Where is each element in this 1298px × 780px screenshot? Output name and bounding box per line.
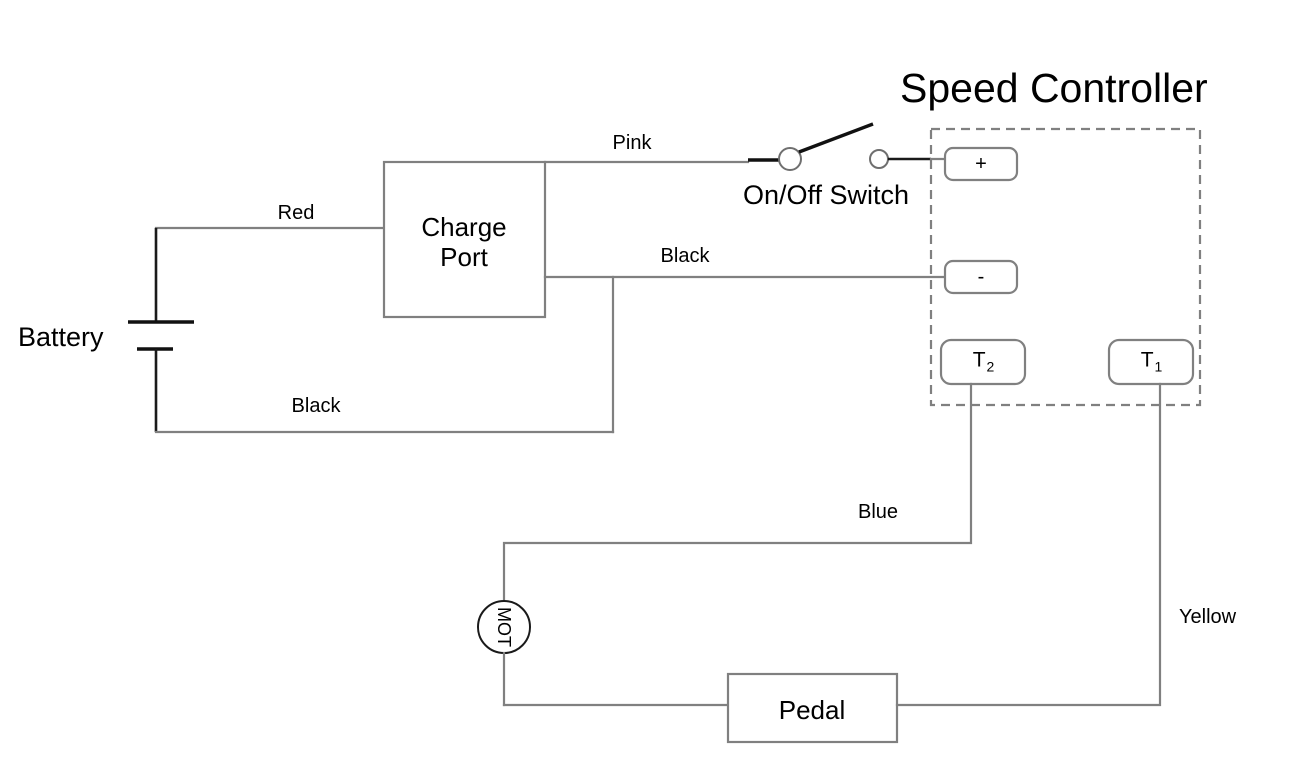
wire-label-black-bottom: Black [291,395,341,417]
wire-yellow [895,382,1162,707]
diagram-title: Speed Controller [900,65,1208,111]
charge-port-label: Charge Port [421,212,506,272]
terminal-minus-label: - [977,266,985,288]
terminal-t1-subscript: 1 [1154,358,1163,375]
wire-blue [502,382,973,603]
battery-label: Battery [18,322,104,352]
wiring-diagram-canvas: Speed Controller Battery Charge Port On/… [0,0,1298,780]
motor-label: MOT [494,607,514,647]
wire-label-yellow: Yellow [1179,606,1237,628]
terminal-t1-label: T1 [1140,348,1163,374]
terminal-t2-subscript: 2 [986,358,995,375]
terminal-t2-letter: T [972,348,986,372]
pedal-label: Pedal [778,695,846,725]
switch-pole-left[interactable] [778,147,802,171]
wire-label-blue: Blue [857,501,899,523]
wire-label-red: Red [277,202,315,224]
charge-port-label-line1: Charge [421,212,507,242]
switch-lever[interactable] [798,122,874,154]
terminal-plus-label: + [975,153,987,175]
charge-port-label-line2: Port [440,242,488,273]
diagram-svg [128,122,1202,744]
switch-pole-right[interactable] [869,149,889,169]
switch-label: On/Off Switch [742,180,910,210]
terminal-t1-letter: T [1140,348,1154,372]
wire-label-pink: Pink [612,132,652,154]
terminal-t2-label: T2 [972,348,995,374]
wire-label-black-top: Black [660,245,710,267]
